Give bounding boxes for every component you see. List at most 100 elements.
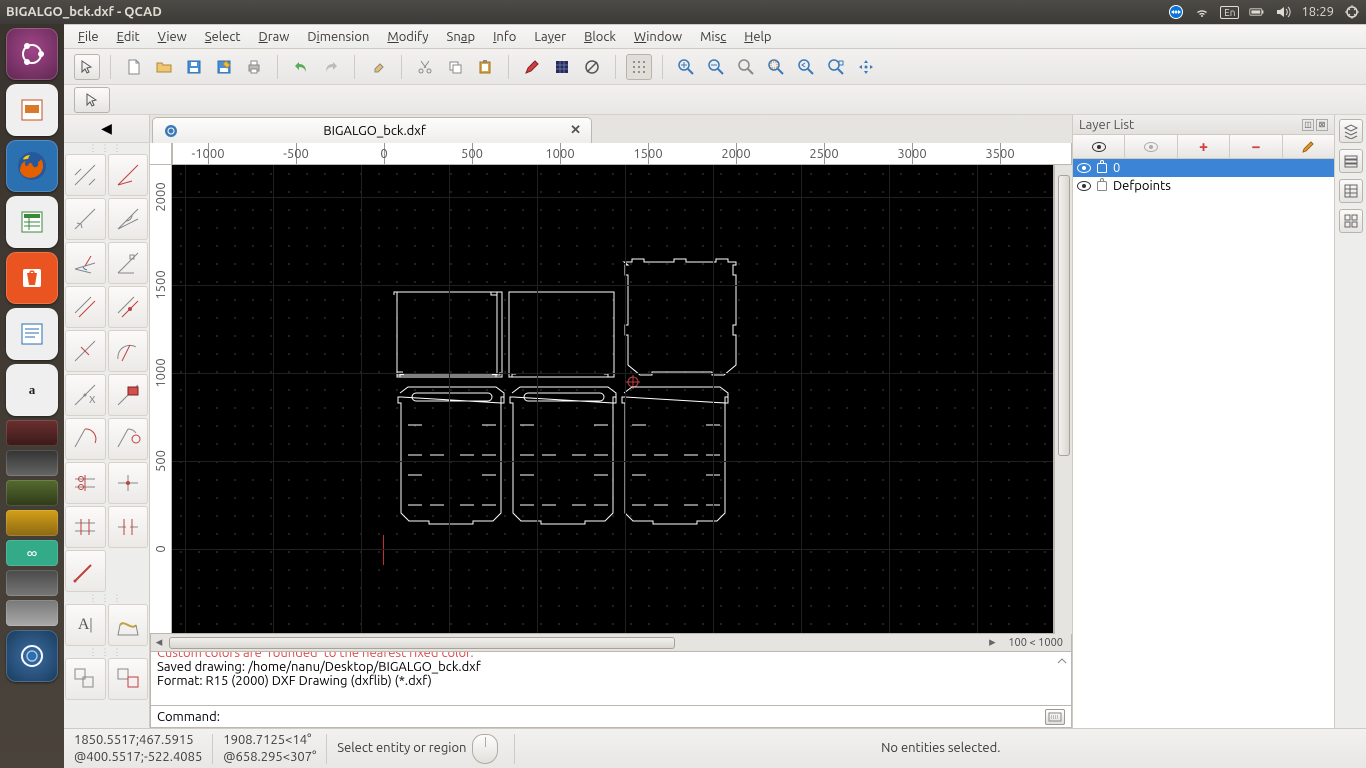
menu-block[interactable]: Block (576, 28, 624, 46)
launcher-mini-4[interactable] (6, 510, 58, 536)
menu-snap[interactable]: Snap (439, 28, 484, 46)
layer-add-button[interactable]: + (1178, 135, 1230, 158)
tool-arc-tangent[interactable] (65, 418, 106, 460)
menu-select[interactable]: Select (197, 28, 249, 46)
menu-view[interactable]: View (150, 28, 195, 46)
tool-text[interactable]: A| (65, 604, 106, 646)
launcher-mini-1[interactable] (6, 420, 58, 446)
scroll-right-button[interactable]: ▸ (984, 636, 1000, 650)
layer-panel-undock-button[interactable]: ◫ (1302, 119, 1314, 131)
dock-property-button[interactable] (1339, 179, 1363, 203)
new-button[interactable] (121, 54, 147, 80)
command-keyboard-button[interactable] (1045, 709, 1065, 725)
tool-line-bisector[interactable] (65, 242, 106, 284)
layer-edit-button[interactable] (1283, 135, 1334, 158)
drawing-canvas[interactable] (172, 165, 1054, 634)
tool-line-tangent[interactable] (108, 242, 149, 284)
launcher-mini-6[interactable] (6, 570, 58, 596)
zoom-in-button[interactable] (673, 54, 699, 80)
launcher-calc[interactable] (6, 196, 58, 248)
teamviewer-indicator[interactable] (1168, 4, 1184, 20)
layer-hide-all-button[interactable] (1125, 135, 1177, 158)
palette-back-button[interactable]: ◀ (64, 115, 149, 143)
erase-button[interactable] (365, 54, 391, 80)
tab-close-button[interactable]: ✕ (570, 123, 581, 138)
battery-indicator[interactable] (1249, 4, 1265, 20)
launcher-software-center[interactable] (6, 252, 58, 304)
launcher-amazon[interactable]: a (6, 364, 58, 416)
layer-visibility-icon[interactable] (1077, 163, 1091, 173)
zoom-auto-button[interactable] (733, 54, 759, 80)
palette-handle-3[interactable]: ⋮⋮⋮ (64, 647, 149, 657)
menu-dimension[interactable]: Dimension (299, 28, 377, 46)
zoom-out-button[interactable] (703, 54, 729, 80)
network-indicator[interactable] (1194, 4, 1210, 20)
menu-info[interactable]: Info (485, 28, 524, 46)
tool-line-horizontal[interactable] (65, 198, 106, 240)
tool-line-2points[interactable] (65, 154, 106, 196)
selection-arrow-button[interactable] (74, 87, 110, 113)
save-button[interactable] (181, 54, 207, 80)
scroll-left-button[interactable]: ◂ (151, 636, 167, 650)
keyboard-indicator[interactable]: En (1220, 6, 1239, 19)
pen-button[interactable] (519, 54, 545, 80)
layer-row-defpoints[interactable]: Defpoints (1073, 177, 1334, 195)
tool-freehand[interactable] (65, 550, 106, 592)
menu-file[interactable]: File (70, 28, 107, 46)
tool-break[interactable] (65, 506, 106, 548)
launcher-qcad[interactable] (6, 630, 58, 682)
palette-handle-2[interactable]: ⋮⋮⋮ (64, 593, 149, 603)
clock[interactable]: 18:29 (1301, 5, 1334, 19)
launcher-mini-2[interactable] (6, 450, 58, 476)
tool-fillet[interactable] (108, 418, 149, 460)
launcher-mini-7[interactable] (6, 600, 58, 626)
tool-line-rect[interactable] (108, 374, 149, 416)
cut-button[interactable] (412, 54, 438, 80)
command-line[interactable]: Command: (150, 706, 1072, 728)
dash-icon[interactable] (6, 28, 58, 80)
launcher-mini-5[interactable]: ∞ (6, 540, 58, 566)
layer-remove-button[interactable]: − (1230, 135, 1282, 158)
zoom-previous-button[interactable] (793, 54, 819, 80)
menu-edit[interactable]: Edit (109, 28, 148, 46)
print-button[interactable] (241, 54, 267, 80)
grid-toggle-button[interactable] (549, 54, 575, 80)
layer-show-all-button[interactable] (1073, 135, 1125, 158)
session-indicator[interactable] (1344, 4, 1360, 20)
menu-window[interactable]: Window (626, 28, 690, 46)
tool-line-x[interactable]: x (65, 374, 106, 416)
layer-lock-icon[interactable] (1097, 163, 1107, 173)
tool-perpendicular[interactable] (65, 330, 106, 372)
paste-button[interactable] (472, 54, 498, 80)
horizontal-scrollbar[interactable]: ◂ ▸ 100 < 1000 (150, 634, 1072, 652)
launcher-mini-3[interactable] (6, 480, 58, 506)
copy-button[interactable] (442, 54, 468, 80)
menu-help[interactable]: Help (736, 28, 779, 46)
layer-list[interactable]: 0 Defpoints (1073, 159, 1334, 728)
redo-button[interactable] (318, 54, 344, 80)
tool-extend[interactable] (108, 462, 149, 504)
pan-button[interactable] (853, 54, 879, 80)
tool-line-angle[interactable] (108, 154, 149, 196)
menu-misc[interactable]: Misc (692, 28, 734, 46)
menu-layer[interactable]: Layer (526, 28, 574, 46)
tool-parallel[interactable] (65, 286, 106, 328)
layer-panel-close-button[interactable]: ⊠ (1316, 119, 1328, 131)
undo-button[interactable] (288, 54, 314, 80)
tool-tangent-arc[interactable] (108, 330, 149, 372)
menu-modify[interactable]: Modify (379, 28, 436, 46)
layer-row-0[interactable]: 0 (1073, 159, 1334, 177)
palette-handle[interactable]: ⋮⋮⋮ (64, 143, 149, 153)
dock-layer-button[interactable] (1339, 119, 1363, 143)
launcher-firefox[interactable] (6, 140, 58, 192)
open-button[interactable] (151, 54, 177, 80)
sound-indicator[interactable] (1275, 4, 1291, 20)
vertical-scrollbar[interactable] (1054, 165, 1072, 634)
layer-lock-icon[interactable] (1097, 181, 1107, 191)
menu-draw[interactable]: Draw (251, 28, 298, 46)
tool-break-out[interactable] (108, 506, 149, 548)
dock-library-button[interactable] (1339, 209, 1363, 233)
zoom-window-button[interactable] (823, 54, 849, 80)
tool-block-2[interactable] (108, 658, 149, 700)
tool-line-vertical[interactable] (108, 198, 149, 240)
